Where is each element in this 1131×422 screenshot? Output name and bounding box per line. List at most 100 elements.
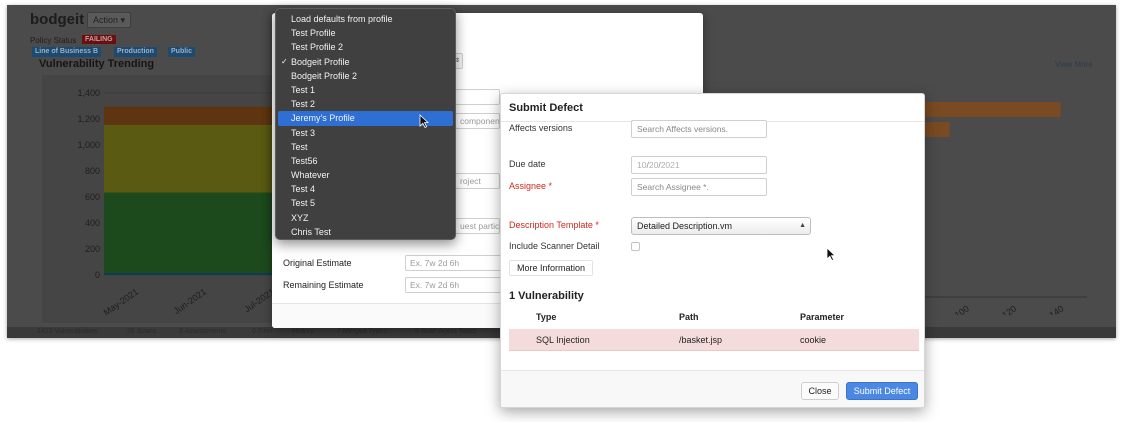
action-dropdown-button[interactable]: Action ▾ xyxy=(87,12,131,28)
remaining-estimate-input[interactable]: Ex. 7w 2d 6h xyxy=(405,277,505,293)
menu-item[interactable]: Whatever xyxy=(276,168,455,182)
bar xyxy=(907,102,1061,117)
stat-files[interactable]: 0 Files xyxy=(252,328,273,335)
original-estimate-input[interactable]: Ex. 7w 2d 6h xyxy=(405,255,505,271)
submit-defect-button[interactable]: Submit Defect xyxy=(846,382,918,400)
y-tick-label: 1,200 xyxy=(77,114,100,124)
stat-vulnerabilities[interactable]: 1423 Vulnerabilities xyxy=(37,328,98,335)
modal-footer: Close Submit Defect xyxy=(501,370,924,407)
menu-item[interactable]: ✓ Bodgeit Profile xyxy=(276,55,455,69)
y-tick-label: 0 xyxy=(95,270,100,280)
menu-item-label: Test 3 xyxy=(291,127,316,138)
affects-versions-input[interactable]: Search Affects versions. xyxy=(631,120,767,138)
menu-item-label: Bodgeit Profile xyxy=(291,56,350,67)
app-title: bodgeit xyxy=(30,11,85,28)
x-tick-label: 100 xyxy=(953,303,971,315)
y-tick-label: 600 xyxy=(85,192,100,202)
menu-item-label: Whatever xyxy=(291,170,330,181)
select-arrows-icon: ▲ xyxy=(799,222,806,229)
menu-item[interactable]: Test 1 xyxy=(276,83,455,97)
due-date-day: 20 xyxy=(648,160,659,170)
menu-item[interactable]: Test xyxy=(276,140,455,154)
more-information-button[interactable]: More Information xyxy=(509,260,593,276)
x-tick-label: 140 xyxy=(1047,303,1065,315)
tag-production[interactable]: Production xyxy=(114,47,157,57)
y-tick-label: 1,400 xyxy=(77,88,100,98)
column-header-path: Path xyxy=(679,312,699,322)
assignee-input[interactable]: Search Assignee *. xyxy=(631,178,767,196)
close-button[interactable]: Close xyxy=(801,382,839,400)
components-input[interactable]: components. xyxy=(455,113,500,129)
menu-item[interactable]: Test Profile xyxy=(276,26,455,40)
vulnerability-trending-title: Vulnerability Trending xyxy=(39,58,155,70)
tag-public[interactable]: Public xyxy=(168,47,196,57)
description-template-label: Description Template * xyxy=(509,220,599,230)
x-tick-label: 120 xyxy=(1000,303,1018,315)
menu-item-label: Test 1 xyxy=(291,84,316,95)
menu-item-label: Test Profile 2 xyxy=(291,42,344,53)
menu-item[interactable]: Chris Test xyxy=(276,225,455,239)
affects-versions-placeholder: Search Affects versions. xyxy=(637,124,729,134)
menu-item-label: Test 4 xyxy=(291,184,316,195)
menu-item[interactable]: XYZ xyxy=(276,211,455,225)
placeholder-stub-1[interactable] xyxy=(455,89,500,105)
y-tick-label: 400 xyxy=(85,218,100,228)
affects-versions-label: Affects versions xyxy=(509,123,573,133)
checkmark-icon: ✓ xyxy=(281,56,288,66)
y-tick-label: 1,000 xyxy=(77,140,100,150)
menu-item[interactable]: Test 5 xyxy=(276,196,455,210)
menu-item-label: Bodgeit Profile 2 xyxy=(291,70,358,81)
menu-item-label: Test56 xyxy=(291,155,318,166)
description-template-select[interactable]: Detailed Description.vm ▲ xyxy=(631,217,811,235)
menu-item[interactable]: Test Profile 2 xyxy=(276,40,455,54)
stat-merged-types[interactable]: 7 Merged Types xyxy=(337,328,387,335)
menu-item[interactable]: Test56 xyxy=(276,154,455,168)
menu-item-label: Test xyxy=(291,141,308,152)
y-tick-label: 200 xyxy=(85,244,100,254)
cell-parameter: cookie xyxy=(800,335,827,345)
menu-item-label: XYZ xyxy=(291,212,309,223)
menu-item-label: Test Profile xyxy=(291,28,336,39)
stat-history[interactable]: History xyxy=(292,328,314,335)
menu-item[interactable]: Test 4 xyxy=(276,182,455,196)
menu-item-label: Chris Test xyxy=(291,226,331,237)
cell-type: SQL Injection xyxy=(536,335,590,345)
menu-item-label: Test 2 xyxy=(291,99,316,110)
column-header-parameter: Parameter xyxy=(800,312,845,322)
due-date-year: 2021 xyxy=(660,160,680,170)
include-scanner-checkbox[interactable] xyxy=(631,242,640,251)
description-template-value: Detailed Description.vm xyxy=(637,221,733,231)
modal-header: Submit Defect xyxy=(501,94,924,122)
vulnerability-bar-chart: 100 120 140 xyxy=(907,102,1087,315)
select-arrows-icon[interactable]: ⇕ xyxy=(455,53,463,69)
menu-item-label: Jeremy's Profile xyxy=(291,113,355,124)
project-input[interactable]: roject xyxy=(455,173,500,189)
cell-path: /basket.jsp xyxy=(679,335,723,345)
column-header-type: Type xyxy=(536,312,557,322)
menu-item-label: Test 5 xyxy=(291,198,316,209)
due-date-month: 10 xyxy=(637,160,647,170)
assignee-label: Assignee * xyxy=(509,181,553,191)
assignee-placeholder: Search Assignee *. xyxy=(637,182,709,192)
modal-title: Submit Defect xyxy=(509,102,583,114)
menu-item[interactable]: Test 2 xyxy=(276,97,455,111)
stat-scans[interactable]: 26 Scans xyxy=(127,328,156,335)
include-scanner-label: Include Scanner Detail xyxy=(509,241,600,251)
view-more-link[interactable]: View More xyxy=(1055,60,1093,69)
due-date-label: Due date xyxy=(509,159,546,169)
policy-status-label: Policy Status xyxy=(30,36,77,45)
mouse-cursor-icon xyxy=(826,247,836,261)
tag-line-of-business[interactable]: Line of Business B xyxy=(32,47,102,57)
menu-item[interactable]: Load defaults from profile xyxy=(276,12,455,26)
menu-item-label: Load defaults from profile xyxy=(291,14,393,24)
vulnerability-count-title: 1 Vulnerability xyxy=(509,290,584,302)
menu-item[interactable]: Bodgeit Profile 2 xyxy=(276,69,455,83)
screen: bodgeit Action ▾ Policy Status FAILING L… xyxy=(0,0,1131,422)
stat-assessments[interactable]: 8 Assessments xyxy=(179,328,226,335)
stat-scan-agent-tasks[interactable]: 8 Scan Agent Tasks xyxy=(415,328,476,335)
y-tick-label: 800 xyxy=(85,166,100,176)
mouse-cursor-icon xyxy=(419,114,429,128)
due-date-input[interactable]: 10/20/2021 xyxy=(631,156,767,174)
original-estimate-label: Original Estimate xyxy=(283,258,352,268)
participants-input[interactable]: uest partic xyxy=(455,218,500,234)
